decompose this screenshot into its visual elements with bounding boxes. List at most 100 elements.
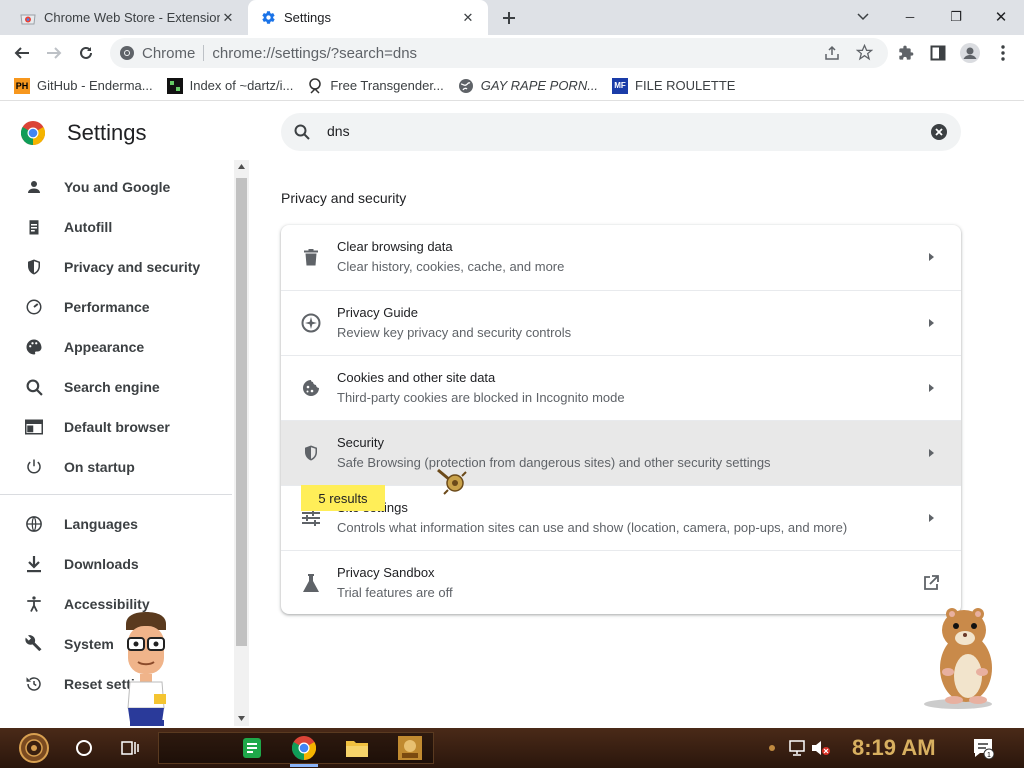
file-explorer-icon[interactable] [342, 732, 372, 764]
accessibility-icon [24, 594, 44, 614]
start-button[interactable] [8, 732, 60, 764]
task-view-icon[interactable] [116, 732, 144, 764]
search-icon [294, 124, 310, 140]
sidebar-item-label: Appearance [64, 339, 145, 355]
profile-avatar-icon[interactable] [959, 42, 981, 64]
sidebar-item-label: You and Google [64, 179, 171, 195]
row-subtitle: Trial features are off [337, 585, 453, 600]
open-external-icon [924, 575, 939, 590]
chrome-logo-icon [21, 121, 45, 145]
tab-close-icon[interactable]: ✕ [460, 10, 476, 26]
new-tab-button[interactable] [498, 7, 520, 29]
row-title: Security [337, 435, 384, 450]
omnibox-url[interactable]: chrome://settings/?search=dns [212, 45, 417, 62]
chrome-taskbar-icon[interactable] [289, 732, 319, 764]
sidebar-scrollbar[interactable] [234, 160, 249, 726]
row-security[interactable]: Security Safe Browsing (protection from … [281, 420, 961, 485]
close-window-button[interactable]: ✕ [987, 5, 1015, 29]
sidebar-item-label: Accessibility [64, 596, 150, 612]
row-clear-browsing-data[interactable]: Clear browsing data Clear history, cooki… [281, 225, 961, 290]
bookmark-item[interactable]: Free Transgender... [307, 77, 444, 94]
row-privacy-guide[interactable]: Privacy Guide Review key privacy and sec… [281, 290, 961, 355]
palette-icon [24, 337, 44, 357]
tab-close-icon[interactable]: ✕ [220, 10, 236, 26]
flask-icon [301, 573, 321, 593]
sidebar-item-accessibility[interactable]: Accessibility [0, 584, 232, 624]
tab-search-chevron-icon[interactable] [849, 5, 877, 29]
sidebar-item-autofill[interactable]: Autofill [0, 207, 232, 247]
search-icon [24, 377, 44, 397]
tab-settings[interactable]: Settings ✕ [248, 0, 488, 35]
side-panel-icon[interactable] [927, 42, 949, 64]
back-arrow-icon[interactable] [11, 42, 33, 64]
sidebar-item-appearance[interactable]: Appearance [0, 327, 232, 367]
extensions-puzzle-icon[interactable] [895, 42, 917, 64]
address-bar[interactable]: Chrome chrome://settings/?search=dns [110, 38, 888, 68]
volume-muted-icon[interactable] [810, 732, 832, 764]
bookmark-item[interactable]: MF FILE ROULETTE [612, 77, 736, 94]
tab-chrome-web-store[interactable]: Chrome Web Store - Extensions ✕ [8, 0, 248, 35]
desktop-buddy-character [118, 612, 174, 728]
sidebar-item-label: Search engine [64, 379, 160, 395]
sidebar-item-label: Default browser [64, 419, 170, 435]
row-subtitle: Safe Browsing (protection from dangerous… [337, 455, 771, 470]
mouse-cursor-icon [436, 466, 468, 496]
globe-icon [458, 78, 474, 94]
sidebar-item-reset-settings[interactable]: Reset settings [0, 664, 232, 704]
sidebar-item-default-browser[interactable]: Default browser [0, 407, 232, 447]
network-status-icon[interactable] [786, 732, 808, 764]
reload-icon[interactable] [75, 42, 97, 64]
scroll-down-arrow-icon[interactable] [238, 716, 245, 721]
restore-button[interactable]: ❐ [942, 5, 970, 29]
minimize-button[interactable]: ─ [896, 5, 924, 29]
sidebar-item-you-and-google[interactable]: You and Google [0, 167, 232, 207]
notifications-icon[interactable]: 1 [970, 732, 996, 764]
reset-icon [24, 674, 44, 694]
chrome-web-store-favicon-icon [20, 10, 36, 26]
tray-overflow-icon[interactable] [766, 732, 778, 764]
sidebar-item-search-engine[interactable]: Search engine [0, 367, 232, 407]
search-input[interactable]: dns [327, 123, 350, 139]
taskbar: 8:19 AM 1 [0, 728, 1024, 768]
sidebar-item-label: On startup [64, 459, 135, 475]
sidebar-item-label: Performance [64, 299, 150, 315]
bookmark-favicon-icon [307, 77, 323, 94]
bookmark-item[interactable]: PH GitHub - Enderma... [14, 77, 153, 94]
forward-arrow-icon[interactable] [43, 42, 65, 64]
bookmark-item[interactable]: Index of ~dartz/i... [166, 77, 293, 94]
settings-gear-icon [260, 10, 276, 26]
browser-toolbar: Chrome chrome://settings/?search=dns [0, 35, 1024, 71]
bookmark-item[interactable]: GAY RAPE PORN... [458, 78, 598, 94]
omnibox-chrome-label: Chrome [142, 44, 196, 62]
taskbar-clock[interactable]: 8:19 AM [852, 735, 936, 761]
search-results-bubble: 5 results [301, 485, 385, 511]
row-cookies[interactable]: Cookies and other site data Third-party … [281, 355, 961, 420]
power-icon [24, 457, 44, 477]
cookie-icon [301, 378, 321, 398]
sidebar-item-system[interactable]: System [0, 624, 232, 664]
bookmark-label: FILE ROULETTE [635, 78, 736, 93]
menu-kebab-icon[interactable] [992, 42, 1014, 64]
game-app-icon[interactable] [395, 732, 425, 764]
cortana-search-icon[interactable] [70, 732, 98, 764]
row-title: Cookies and other site data [337, 370, 496, 385]
row-privacy-sandbox[interactable]: Privacy Sandbox Trial features are off [281, 550, 961, 614]
scrollbar-thumb[interactable] [236, 178, 247, 646]
clear-search-icon[interactable] [931, 124, 947, 140]
compass-icon [301, 313, 321, 333]
settings-search-field[interactable]: dns [281, 113, 961, 151]
sidebar-item-label: Autofill [64, 219, 113, 235]
scroll-up-arrow-icon[interactable] [238, 164, 245, 169]
bookmark-favicon-icon [166, 77, 183, 94]
sidebar-item-downloads[interactable]: Downloads [0, 544, 232, 584]
sidebar-item-performance[interactable]: Performance [0, 287, 232, 327]
notes-app-icon[interactable] [238, 732, 266, 764]
bookmark-label: GAY RAPE PORN... [480, 78, 599, 93]
sidebar-item-languages[interactable]: Languages [0, 504, 232, 544]
omnibox-separator [203, 45, 205, 61]
bookmark-star-icon[interactable] [856, 44, 873, 61]
sidebar-item-on-startup[interactable]: On startup [0, 447, 232, 487]
sidebar-item-privacy-and-security[interactable]: Privacy and security [0, 247, 232, 287]
person-icon [24, 177, 44, 197]
share-icon[interactable] [824, 45, 840, 61]
